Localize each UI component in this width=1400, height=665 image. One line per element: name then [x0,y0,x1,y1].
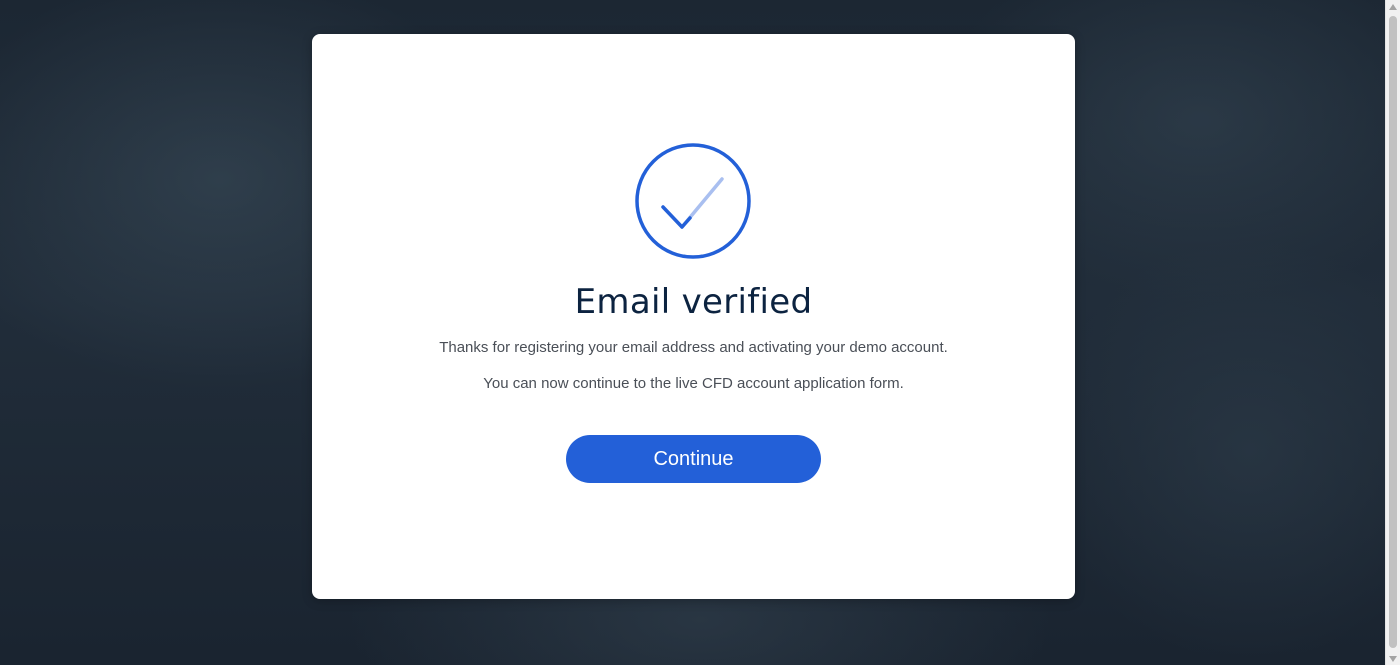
page-title: Email verified [574,282,813,322]
confirmation-message: Thanks for registering your email addres… [439,339,948,356]
scroll-up-icon[interactable] [1389,4,1397,10]
next-step-message: You can now continue to the live CFD acc… [483,375,904,392]
check-circle-icon [635,143,751,259]
scroll-thumb[interactable] [1389,16,1397,648]
email-verified-dialog: Email verified Thanks for registering yo… [312,34,1075,599]
continue-button[interactable]: Continue [566,435,821,483]
vertical-scrollbar[interactable] [1385,0,1400,665]
scroll-down-icon[interactable] [1389,656,1397,662]
